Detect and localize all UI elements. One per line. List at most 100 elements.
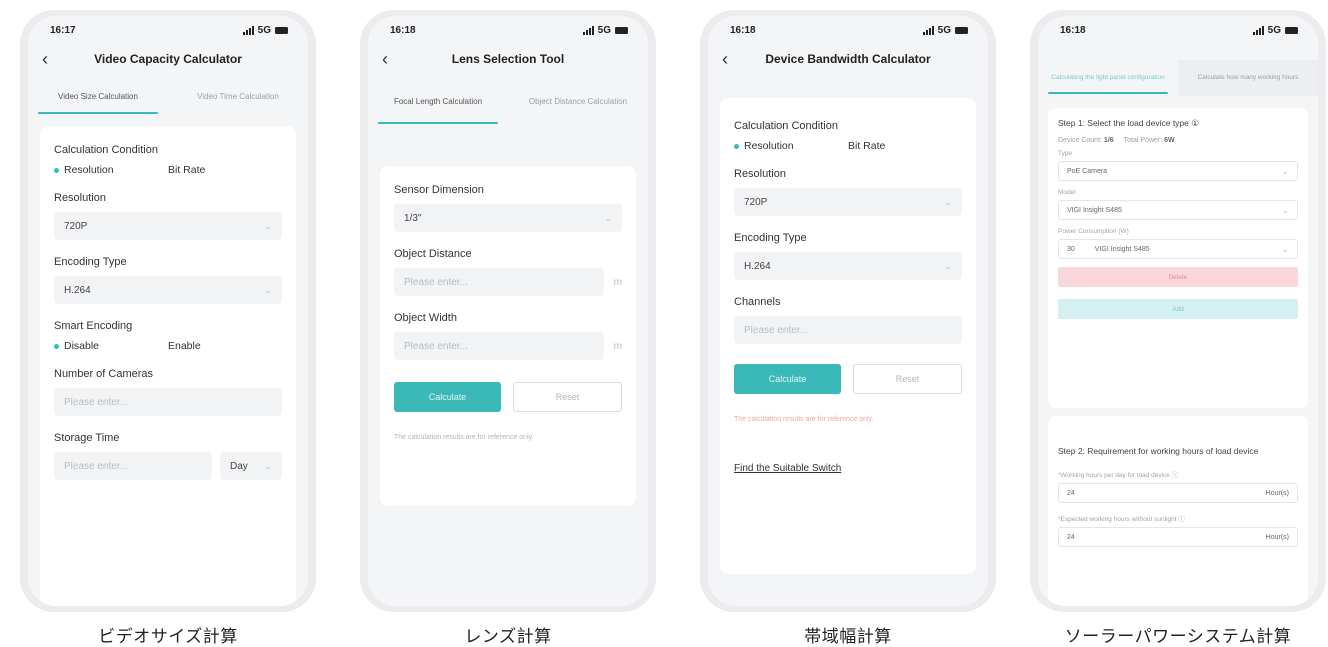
radio-selected-icon — [734, 143, 739, 149]
storage-input[interactable]: Please enter... — [54, 452, 212, 480]
smart-encoding-radio: Disable Enable — [54, 340, 282, 352]
chevron-down-icon: ⌄ — [1281, 204, 1289, 215]
signal-icon — [242, 25, 254, 35]
working-hours-input[interactable]: 24 Hour(s) — [1058, 483, 1298, 504]
nav-bar: ‹ Device Bandwidth Calculator — [708, 44, 988, 74]
phone-video-capacity: 16:17 5G ‹ Video Capacity Calculator Vid… — [20, 10, 316, 612]
page-title: Video Capacity Calculator — [94, 52, 242, 66]
step2-card: Step 2: Requirement for working hours of… — [1048, 416, 1308, 606]
radio-resolution[interactable]: Resolution — [734, 140, 848, 152]
caption-video-size: ビデオサイズ計算 — [98, 627, 238, 647]
network-type: 5G — [257, 24, 271, 36]
radio-bit-rate[interactable]: Bit Rate — [168, 164, 282, 176]
status-icons: 5G — [922, 25, 968, 36]
type-select[interactable]: PoE Camera ⌄ — [1058, 161, 1298, 181]
button-row: Calculate Reset — [394, 382, 622, 412]
delete-button[interactable]: Delete — [1058, 267, 1298, 287]
status-time: 16:18 — [1060, 24, 1086, 36]
tab-light-panel[interactable]: Calculating the light panel configuratio… — [1038, 60, 1178, 96]
calc-condition-radio: Resolution Bit Rate — [54, 164, 282, 176]
radio-label: Enable — [168, 340, 201, 352]
radio-bit-rate[interactable]: Bit Rate — [848, 140, 962, 152]
step1-card: Step 1: Select the load device type ① De… — [1048, 108, 1308, 408]
expected-hours-input[interactable]: 24 Hour(s) — [1058, 527, 1298, 548]
status-icons: 5G — [242, 24, 288, 36]
signal-icon — [1252, 25, 1264, 35]
status-bar: 16:18 5G — [1038, 16, 1318, 44]
radio-selected-icon — [54, 167, 59, 173]
tab-focal-length[interactable]: Focal Length Calculation — [368, 78, 508, 126]
width-input[interactable]: Please enter... — [394, 332, 604, 360]
working-hours-unit: Hour(s) — [1265, 489, 1289, 497]
encoding-value: H.264 — [64, 284, 91, 296]
working-hours-label: *Working hours per day for load device ⓘ — [1058, 472, 1179, 480]
chevron-down-icon: ⌄ — [264, 460, 272, 471]
battery-icon — [955, 26, 968, 34]
encoding-select[interactable]: H.264 ⌄ — [54, 276, 282, 304]
tab-working-hours[interactable]: Calculate how many working hours — [1178, 60, 1318, 96]
model-value: VIGI Insight S485 — [1067, 206, 1122, 214]
expected-hours-value: 24 — [1067, 533, 1075, 541]
back-icon[interactable]: ‹ — [382, 50, 402, 68]
status-time: 16:18 — [390, 24, 416, 36]
tab-video-size[interactable]: Video Size Calculation — [28, 78, 168, 116]
encoding-select[interactable]: H.264 ⌄ — [734, 252, 962, 280]
reset-button[interactable]: Reset — [513, 382, 622, 412]
chevron-down-icon: ⌄ — [264, 220, 272, 231]
sensor-value: 1/3" — [404, 212, 422, 224]
radio-label: Bit Rate — [168, 164, 206, 176]
tab-video-time[interactable]: Video Time Calculation — [168, 78, 308, 116]
radio-disable[interactable]: Disable — [54, 340, 168, 352]
page-title: Lens Selection Tool — [451, 52, 565, 66]
signal-icon — [922, 25, 934, 35]
back-icon[interactable]: ‹ — [42, 50, 62, 68]
storage-unit-select[interactable]: Day ⌄ — [220, 452, 282, 480]
chevron-down-icon: ⌄ — [944, 260, 952, 271]
status-bar: 16:17 5G — [28, 16, 308, 44]
expected-hours-unit: Hour(s) — [1265, 533, 1289, 541]
reference-note: The calculation results are for referenc… — [734, 416, 874, 423]
step1-title: Step 1: Select the load device type ① — [1058, 118, 1199, 128]
distance-placeholder: Please enter... — [404, 276, 468, 288]
tab-object-distance[interactable]: Object Distance Calculation — [508, 78, 648, 126]
battery-icon — [615, 26, 628, 34]
sensor-select[interactable]: 1/3" ⌄ — [394, 204, 622, 232]
tab-bar: Video Size Calculation Video Time Calcul… — [28, 78, 308, 116]
status-icons: 5G — [582, 24, 628, 36]
add-button[interactable]: Add — [1058, 299, 1298, 319]
chevron-down-icon: ⌄ — [1281, 243, 1289, 254]
smart-encoding-label: Smart Encoding — [54, 320, 133, 332]
button-row: Calculate Reset — [734, 364, 962, 394]
screen: 16:18 5G ‹ Lens Selection Tool Focal Len… — [368, 16, 648, 606]
radio-resolution[interactable]: Resolution — [54, 164, 168, 176]
resolution-select[interactable]: 720P ⌄ — [734, 188, 962, 216]
radio-enable[interactable]: Enable — [168, 340, 282, 352]
form-card: Calculation Condition Resolution Bit Rat… — [40, 126, 296, 606]
type-label: Type — [1058, 150, 1073, 157]
reset-button[interactable]: Reset — [853, 364, 962, 394]
chevron-down-icon: ⌄ — [1281, 165, 1289, 176]
distance-row: Please enter... m — [394, 268, 622, 312]
caption-bandwidth: 帯域幅計算 — [804, 627, 892, 647]
signal-icon — [582, 25, 594, 35]
width-row: Please enter... m — [394, 332, 622, 376]
resolution-select[interactable]: 720P ⌄ — [54, 212, 282, 240]
encoding-value: H.264 — [744, 260, 771, 272]
power-select[interactable]: 30 VIGI Insight S485 ⌄ — [1058, 239, 1298, 259]
network-type: 5G — [597, 24, 611, 36]
calculate-button[interactable]: Calculate — [734, 364, 841, 394]
calculate-button[interactable]: Calculate — [394, 382, 501, 412]
back-icon[interactable]: ‹ — [722, 50, 742, 68]
storage-unit: Day — [230, 460, 248, 472]
cameras-input[interactable]: Please enter... — [54, 388, 282, 416]
expected-hours-label: *Expected working hours without sunlight… — [1058, 516, 1185, 524]
channels-input[interactable]: Please enter... — [734, 316, 962, 344]
distance-input[interactable]: Please enter... — [394, 268, 604, 296]
encoding-label: Encoding Type — [734, 232, 807, 244]
tab-bar: Focal Length Calculation Object Distance… — [368, 78, 648, 126]
distance-unit: m — [613, 276, 622, 288]
find-switch-link[interactable]: Find the Suitable Switch — [734, 463, 962, 474]
model-select[interactable]: VIGI Insight S485 ⌄ — [1058, 200, 1298, 220]
width-placeholder: Please enter... — [404, 340, 468, 352]
calc-condition-label: Calculation Condition — [54, 144, 158, 156]
